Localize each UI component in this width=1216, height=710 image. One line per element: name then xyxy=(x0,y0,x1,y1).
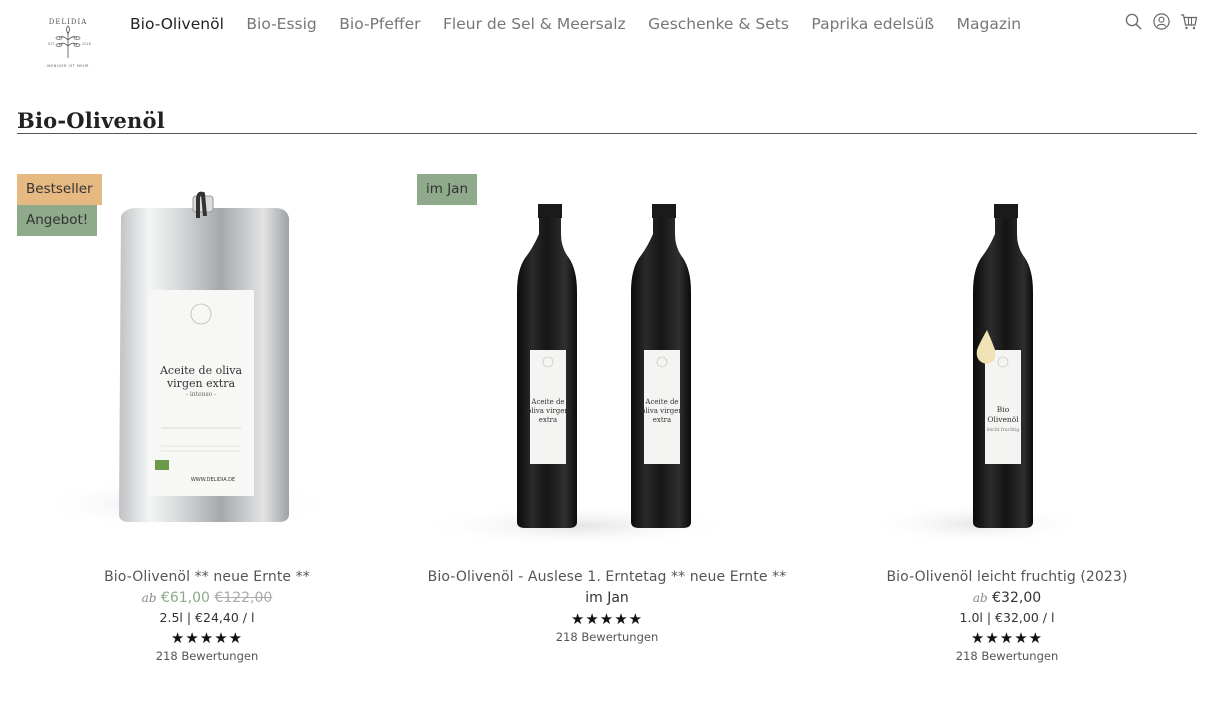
badge-angebot: Angebot! xyxy=(17,205,98,236)
main-nav: Bio-Olivenöl Bio-Essig Bio-Pfeffer Fleur… xyxy=(130,14,1044,34)
product-price: ab €32,00 xyxy=(817,589,1197,607)
nav-item-geschenke-sets[interactable]: Geschenke & Sets xyxy=(648,14,789,34)
label-line-3b: extra xyxy=(653,416,671,424)
nav-item-bio-pfeffer[interactable]: Bio-Pfeffer xyxy=(339,14,420,34)
product-title[interactable]: Bio-Olivenöl leicht fruchtig (2023) xyxy=(817,568,1197,586)
product-card[interactable]: Aceite de oliva virgen extra Aceite de o… xyxy=(417,174,797,694)
label-line-1b: Aceite de xyxy=(644,398,678,406)
label-line-2b: oliva virgen xyxy=(641,407,683,415)
product-image[interactable]: Bio Olivenöl leicht fruchtig xyxy=(817,174,1197,546)
product-info: Bio-Olivenöl leicht fruchtig (2023) ab €… xyxy=(817,568,1197,663)
label-line-3: leicht fruchtig xyxy=(987,427,1020,433)
price-prefix: ab xyxy=(972,591,988,605)
nav-item-paprika[interactable]: Paprika edelsüß xyxy=(811,14,934,34)
nav-item-magazin[interactable]: Magazin xyxy=(957,14,1021,34)
delidia-logo[interactable]: DELIDIA EST 2018 WENIGER IST MEHR xyxy=(40,14,96,70)
label-line-2: virgen extra xyxy=(166,377,236,390)
site-header: DELIDIA EST 2018 WENIGER IST MEHR Bio-Ol… xyxy=(0,0,1216,80)
badge-availability: im Jan xyxy=(417,174,478,205)
rating-stars: ★★★★★ xyxy=(170,629,244,647)
product-card[interactable]: Aceite de oliva virgen extra - intenso -… xyxy=(17,174,397,694)
label-line-1: Aceite de xyxy=(530,398,564,406)
logo-est-text: EST xyxy=(48,42,55,46)
rating-stars: ★★★★★ xyxy=(570,610,644,628)
label-line-3: - intenso - xyxy=(186,391,216,398)
product-title[interactable]: Bio-Olivenöl - Auslese 1. Erntetag ** ne… xyxy=(417,568,797,586)
review-count[interactable]: 218 Bewertungen xyxy=(817,649,1197,663)
logo-brand-text: DELIDIA xyxy=(49,18,88,26)
sale-price: €61,00 xyxy=(160,590,210,606)
nav-item-bio-olivenoel[interactable]: Bio-Olivenöl xyxy=(130,14,224,34)
search-icon[interactable] xyxy=(1124,11,1142,31)
label-line-2: Olivenöl xyxy=(987,415,1019,424)
product-grid: Aceite de oliva virgen extra - intenso -… xyxy=(0,174,1216,694)
review-count[interactable]: 218 Bewertungen xyxy=(17,649,397,663)
product-image[interactable]: Aceite de oliva virgen extra Aceite de o… xyxy=(417,174,797,548)
availability-label: im Jan xyxy=(585,590,629,606)
product-info: Bio-Olivenöl - Auslese 1. Erntetag ** ne… xyxy=(417,568,797,644)
review-count[interactable]: 218 Bewertungen xyxy=(417,630,797,644)
product-info: Bio-Olivenöl ** neue Ernte ** ab €61,00 … xyxy=(17,568,397,663)
label-url: WWW.DELIDIA.DE xyxy=(191,477,235,483)
title-divider xyxy=(17,133,1197,134)
account-icon[interactable] xyxy=(1152,11,1170,31)
cart-icon[interactable] xyxy=(1180,11,1198,31)
nav-item-fleur-de-sel[interactable]: Fleur de Sel & Meersalz xyxy=(443,14,626,34)
availability-text: im Jan xyxy=(417,589,797,607)
product-card[interactable]: Bio Olivenöl leicht fruchtig Bio-Olivenö… xyxy=(817,174,1197,694)
regular-price: €32,00 xyxy=(992,590,1042,606)
logo-year-text: 2018 xyxy=(82,42,91,46)
label-line-2: oliva virgen xyxy=(527,407,569,415)
badge-bestseller: Bestseller xyxy=(17,174,102,205)
label-line-1: Aceite de oliva xyxy=(159,364,242,377)
nav-item-bio-essig[interactable]: Bio-Essig xyxy=(246,14,316,34)
price-prefix: ab xyxy=(141,591,157,605)
logo-tagline: WENIGER IST MEHR xyxy=(47,64,89,68)
rating-stars: ★★★★★ xyxy=(970,629,1044,647)
unit-price: 1.0l | €32,00 / l xyxy=(959,610,1055,625)
page-title: Bio-Olivenöl xyxy=(17,108,165,133)
unit-price: 2.5l | €24,40 / l xyxy=(159,610,255,625)
label-line-3: extra xyxy=(539,416,557,424)
product-title[interactable]: Bio-Olivenöl ** neue Ernte ** xyxy=(17,568,397,586)
header-icons xyxy=(1124,11,1198,31)
product-price: ab €61,00 €122,00 xyxy=(17,589,397,607)
compare-price: €122,00 xyxy=(214,590,273,606)
label-line-1: Bio xyxy=(997,405,1010,414)
